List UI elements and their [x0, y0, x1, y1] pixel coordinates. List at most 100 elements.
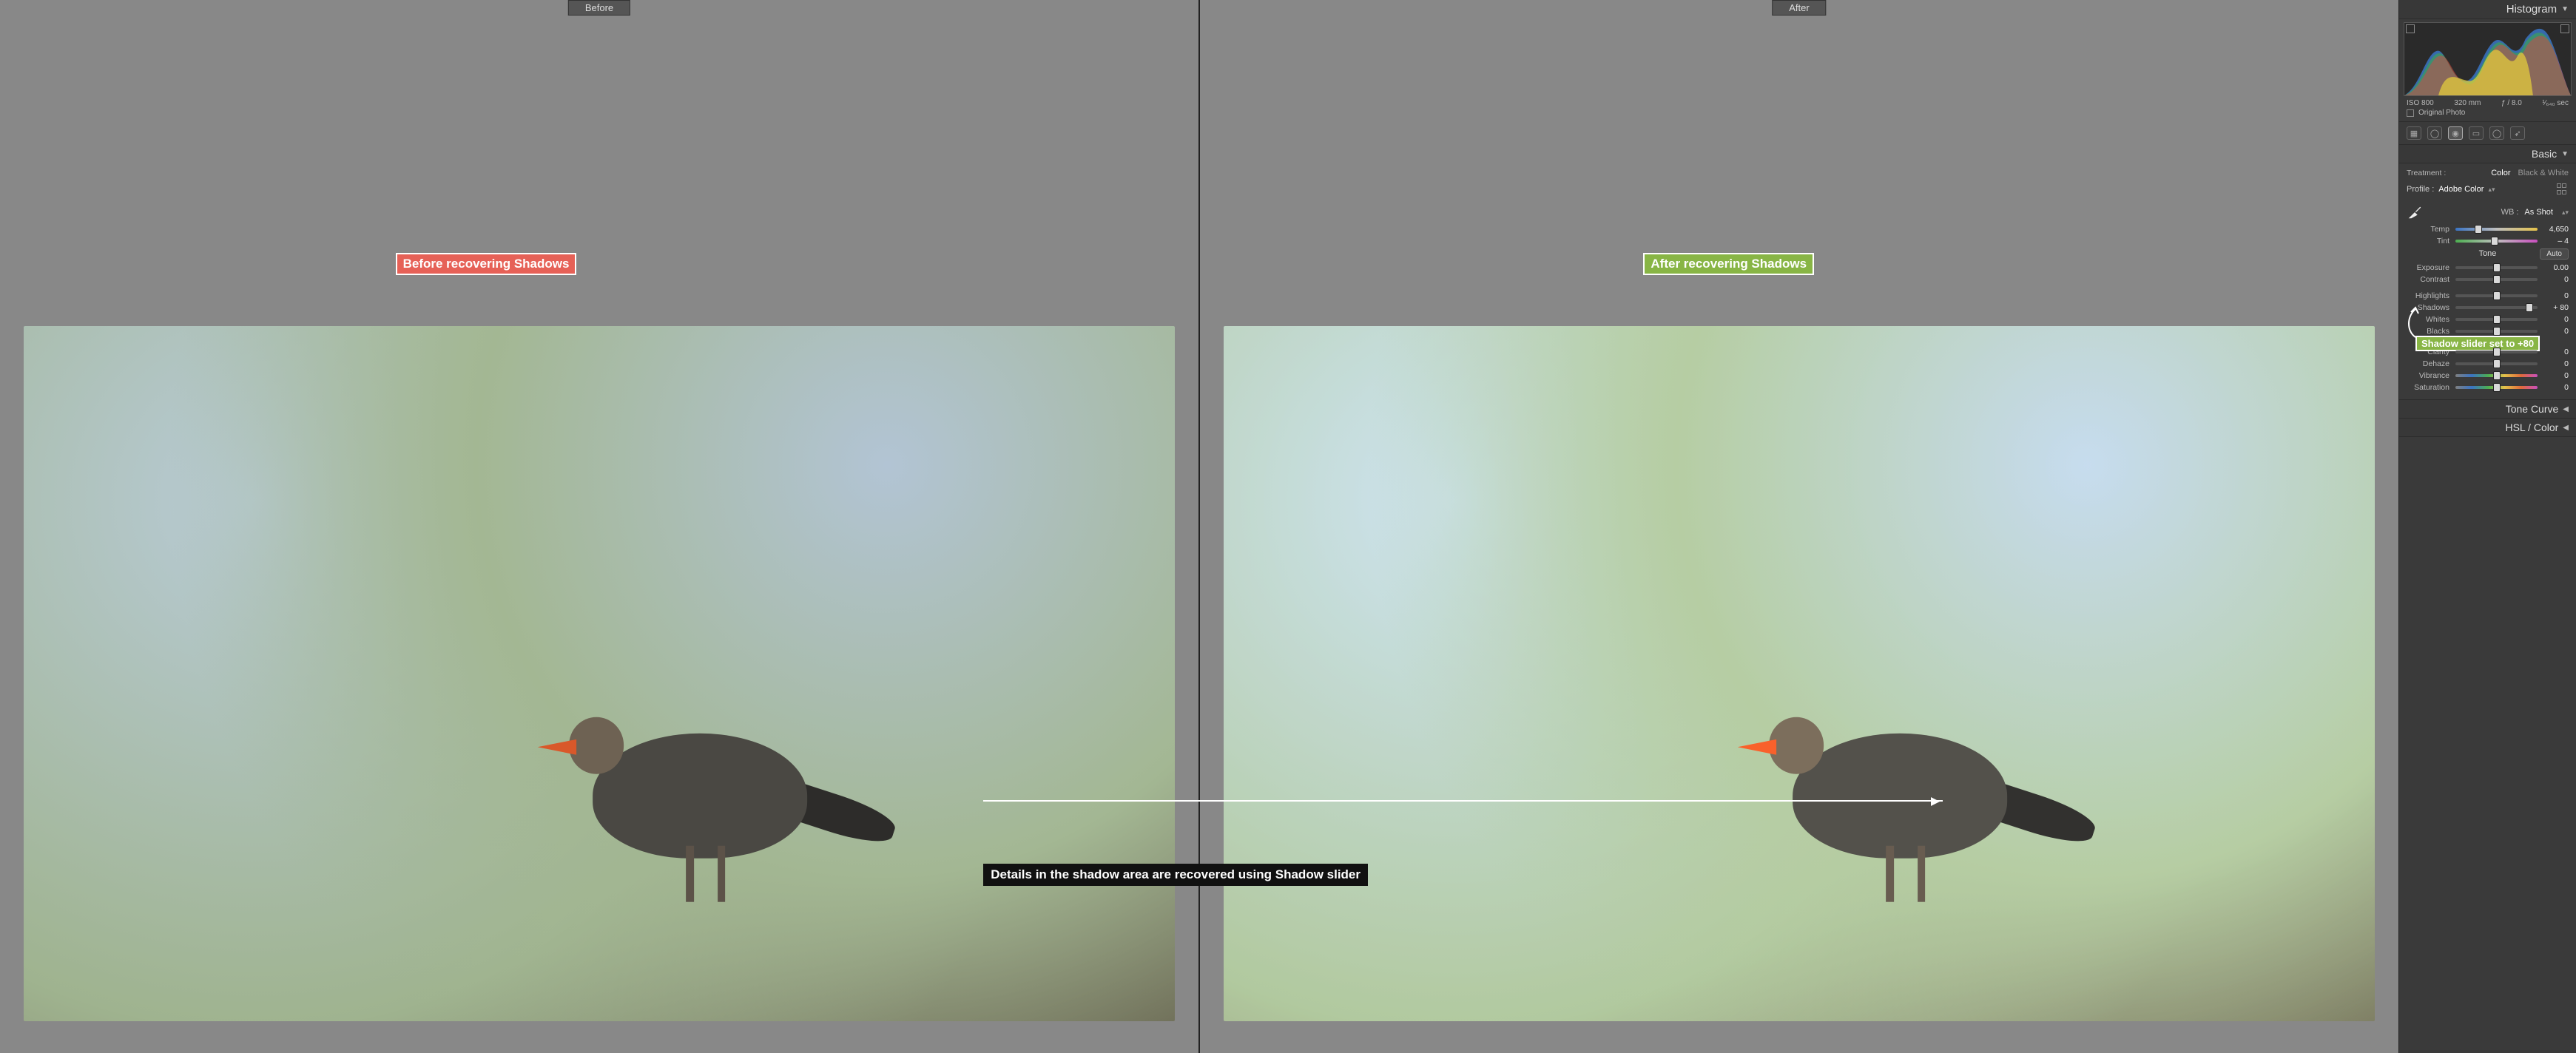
brush-mode-icon[interactable]: ➶: [2510, 126, 2525, 140]
treatment-bw[interactable]: Black & White: [2518, 169, 2569, 177]
original-photo-label: Original Photo: [2418, 109, 2465, 117]
annot-after: After recovering Shadows: [1643, 253, 1814, 275]
meta-focal: 320 mm: [2454, 99, 2481, 107]
after-pane[interactable]: After After recovering Shadows: [1198, 0, 2398, 1053]
curve-arrow-icon: [2404, 306, 2423, 339]
profile-value: Adobe Color: [2438, 185, 2484, 194]
basic-title: Basic: [2532, 148, 2557, 160]
histogram[interactable]: [2404, 22, 2572, 96]
checkbox-icon: [2407, 109, 2414, 117]
updown-icon: ▴▾: [2488, 186, 2495, 194]
exposure-label: Exposure: [2407, 263, 2449, 272]
dehaze-label: Dehaze: [2407, 359, 2449, 368]
vibrance-value[interactable]: 0: [2543, 371, 2569, 380]
temp-slider[interactable]: [2455, 225, 2538, 234]
highlights-label: Highlights: [2407, 291, 2449, 300]
rect-mode-icon[interactable]: ▭: [2469, 126, 2484, 140]
wb-value[interactable]: As Shot: [2524, 208, 2553, 217]
wb-label: WB :: [2501, 208, 2519, 217]
arrow-to-shadow-area: [983, 800, 1943, 802]
vibrance-row: Vibrance 0: [2407, 370, 2569, 382]
histogram-title: Histogram: [2506, 3, 2557, 16]
saturation-slider[interactable]: [2455, 383, 2538, 392]
contrast-value[interactable]: 0: [2543, 275, 2569, 284]
app-root: Before Before recovering Shadows After A…: [0, 0, 2576, 1053]
saturation-value[interactable]: 0: [2543, 383, 2569, 392]
annot-before: Before recovering Shadows: [396, 253, 577, 275]
loupe-mode-icon[interactable]: ▦: [2407, 126, 2421, 140]
contrast-row: Contrast 0: [2407, 274, 2569, 285]
profile-browser-icon[interactable]: [2557, 183, 2569, 195]
dehaze-row: Dehaze 0: [2407, 358, 2569, 370]
after-tag: After: [1772, 0, 1826, 16]
contrast-slider[interactable]: [2455, 275, 2538, 284]
compare-viewport: Before Before recovering Shadows After A…: [0, 0, 2398, 1053]
hsl-header[interactable]: HSL / Color ◀: [2399, 419, 2576, 437]
temp-value[interactable]: 4,650: [2543, 225, 2569, 234]
dehaze-slider[interactable]: [2455, 359, 2538, 368]
highlights-slider[interactable]: [2455, 291, 2538, 300]
profile-label: Profile :: [2407, 185, 2434, 194]
tint-row: Tint – 4: [2407, 235, 2569, 247]
vibrance-slider[interactable]: [2455, 371, 2538, 380]
wb-row: WB : As Shot ▴▾: [2407, 201, 2569, 223]
tone-curve-header[interactable]: Tone Curve ◀: [2399, 400, 2576, 419]
shadows-value[interactable]: + 80: [2543, 303, 2569, 312]
highlights-value[interactable]: 0: [2543, 291, 2569, 300]
temp-row: Temp 4,650: [2407, 223, 2569, 235]
exposure-slider[interactable]: [2455, 263, 2538, 272]
whites-row: Whites 0: [2407, 314, 2569, 325]
auto-button[interactable]: Auto: [2540, 248, 2569, 260]
treatment-row: Treatment : Color Black & White: [2407, 167, 2569, 179]
develop-panel: Histogram ▼ ISO 800 320 mm ƒ / 8.0 ¹⁄₆₄₀…: [2398, 0, 2576, 1053]
tint-value[interactable]: – 4: [2543, 237, 2569, 246]
histogram-plot: [2404, 23, 2571, 95]
highlight-clip-indicator[interactable]: [2560, 24, 2569, 33]
tone-title: Tone: [2479, 249, 2497, 258]
profile-row[interactable]: Profile : Adobe Color ▴▾: [2407, 179, 2569, 201]
treatment-color[interactable]: Color: [2491, 169, 2510, 177]
blacks-slider[interactable]: [2455, 327, 2538, 336]
wb-picker-icon[interactable]: [2407, 204, 2423, 220]
original-photo-toggle[interactable]: Original Photo: [2399, 109, 2576, 122]
blacks-value[interactable]: 0: [2543, 327, 2569, 336]
blacks-row: Blacks 0 Shadow slider set to +80: [2407, 325, 2569, 337]
after-photo: [1224, 326, 2374, 1021]
view-mode-strip: ▦ ◯ ◉ ▭ ◯ ➶: [2399, 122, 2576, 145]
crop-mode-icon[interactable]: ◯: [2427, 126, 2442, 140]
bird-subject: [514, 608, 906, 921]
bird-subject-after: [1714, 608, 2105, 921]
meta-iso: ISO 800: [2407, 99, 2434, 107]
histogram-meta: ISO 800 320 mm ƒ / 8.0 ¹⁄₆₄₀ sec: [2399, 96, 2576, 109]
exposure-value[interactable]: 0.00: [2543, 263, 2569, 272]
before-tag: Before: [568, 0, 630, 16]
tint-slider[interactable]: [2455, 237, 2538, 246]
before-pane[interactable]: Before Before recovering Shadows: [0, 0, 1198, 1053]
updown-icon: ▴▾: [2562, 209, 2569, 217]
highlights-row: Highlights 0: [2407, 290, 2569, 302]
exposure-row: Exposure 0.00: [2407, 262, 2569, 274]
chevron-left-icon: ◀: [2563, 405, 2569, 413]
clarity-value[interactable]: 0: [2543, 348, 2569, 356]
saturation-row: Saturation 0: [2407, 382, 2569, 393]
histogram-header[interactable]: Histogram ▼: [2399, 0, 2576, 19]
basic-section: Treatment : Color Black & White Profile …: [2399, 163, 2576, 400]
tone-header: Tone Auto: [2407, 247, 2569, 262]
chevron-left-icon: ◀: [2563, 424, 2569, 432]
shadows-slider[interactable]: [2455, 303, 2538, 312]
meta-aperture: ƒ / 8.0: [2501, 99, 2522, 107]
clarity-slider[interactable]: [2455, 348, 2538, 356]
basic-header[interactable]: Basic ▼: [2399, 145, 2576, 163]
vibrance-label: Vibrance: [2407, 371, 2449, 380]
chevron-down-icon: ▼: [2561, 5, 2569, 13]
tint-label: Tint: [2407, 237, 2449, 246]
shadow-clip-indicator[interactable]: [2406, 24, 2415, 33]
contrast-label: Contrast: [2407, 275, 2449, 284]
radial-mode-icon[interactable]: ◯: [2489, 126, 2504, 140]
temp-label: Temp: [2407, 225, 2449, 234]
dehaze-value[interactable]: 0: [2543, 359, 2569, 368]
whites-value[interactable]: 0: [2543, 315, 2569, 324]
whites-slider[interactable]: [2455, 315, 2538, 324]
tone-curve-title: Tone Curve: [2506, 403, 2559, 415]
spot-mode-icon[interactable]: ◉: [2448, 126, 2463, 140]
